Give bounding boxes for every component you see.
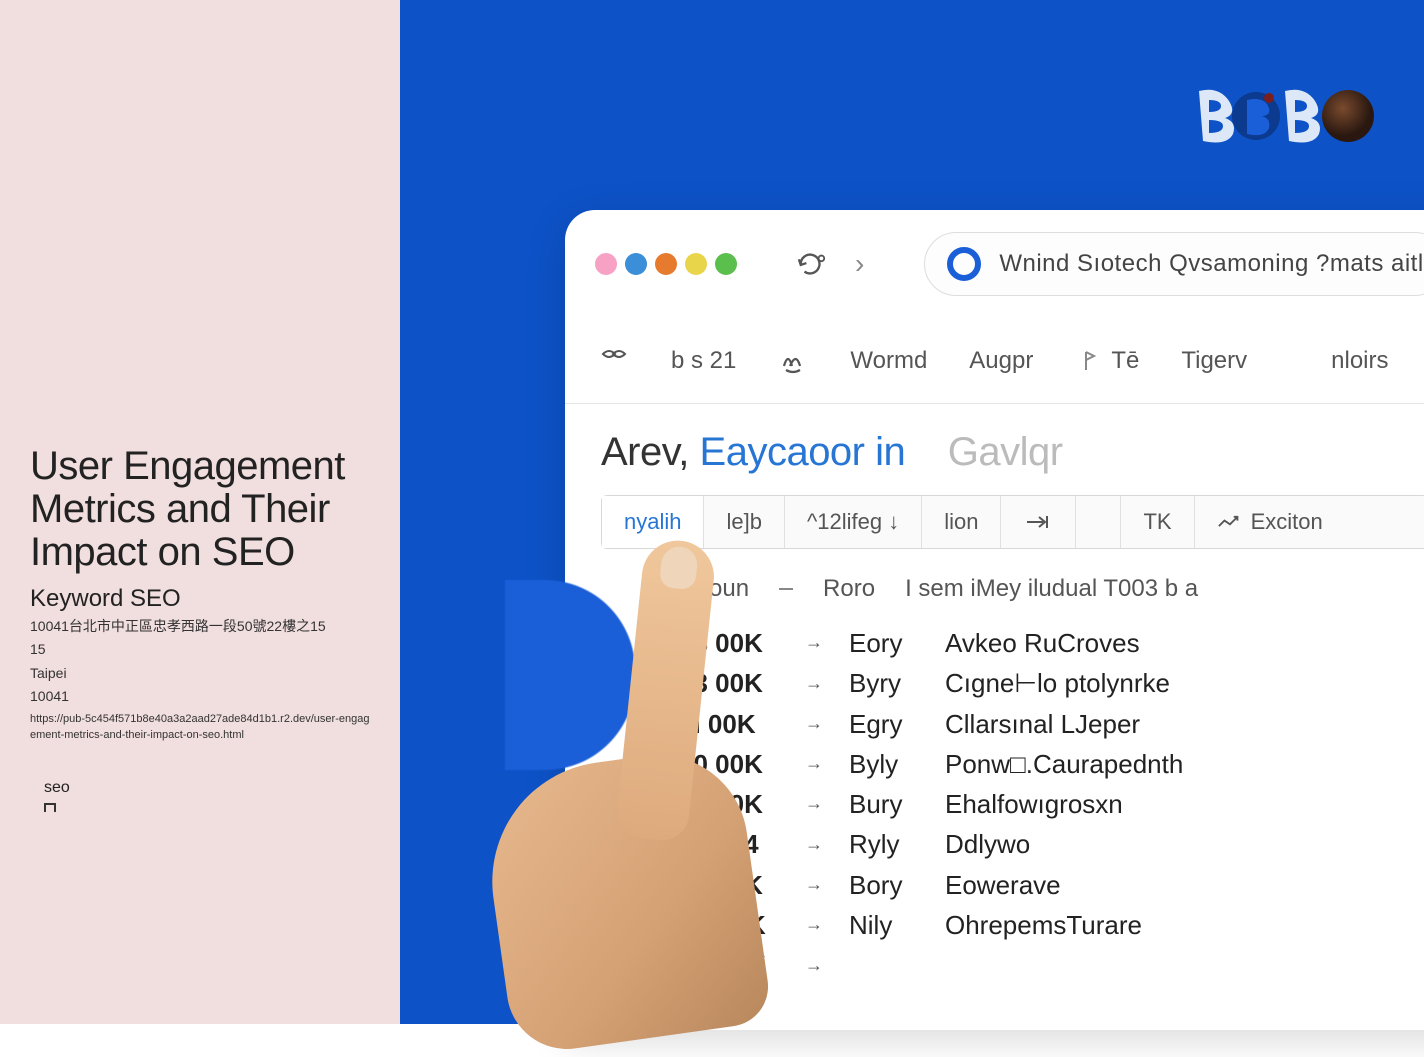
arrow-icon: → (805, 629, 823, 657)
meta-url: https://pub-5c454f571b8e40a3a2aad27ade84… (30, 711, 370, 744)
arrow-icon: → (805, 670, 823, 698)
arrow-icon: → (805, 911, 823, 939)
avatar-icon (1322, 90, 1374, 142)
filter-5[interactable] (1001, 496, 1076, 548)
filter-gap (1076, 496, 1121, 548)
arrow-icon: → (805, 750, 823, 778)
traffic-lights (595, 253, 737, 275)
filter-2[interactable]: le]b (704, 496, 784, 548)
underline-icon (779, 588, 793, 590)
toolbar-item-2[interactable]: b s 21 (671, 347, 736, 375)
traffic-light-green[interactable] (715, 253, 737, 275)
result-row[interactable]: 32 00K→BuryEhalfowıgrosxn (679, 784, 1424, 824)
window-chrome-bar: › Wnind Sıotech Qvsamoning ?mats aitl (565, 210, 1424, 318)
subrow-a: Hy oun (673, 575, 749, 603)
toolbar-item-1[interactable] (599, 346, 629, 376)
address-bar-text: Wnind Sıotech Qvsamoning ?mats aitl (999, 250, 1423, 278)
address-bar[interactable]: Wnind Sıotech Qvsamoning ?mats aitl (924, 232, 1424, 296)
subrow-c: I sem iMey iludual T003 b a (905, 575, 1198, 603)
traffic-light-yellow[interactable] (685, 253, 707, 275)
traffic-light-orange[interactable] (655, 253, 677, 275)
toolbar-item-4[interactable]: Wormd (850, 347, 927, 375)
result-row[interactable]: S0 00K→NilyOhrepemsTurare (679, 905, 1424, 945)
logo-cluster (1188, 86, 1374, 146)
filter-4[interactable]: lion (922, 496, 1001, 548)
heading-pre: Arev, (601, 430, 689, 474)
arrow-icon: → (805, 952, 823, 980)
left-sidebar-panel: User Engagement Metrics and Their Impact… (0, 0, 400, 1024)
subrow-b: Roro (823, 575, 875, 603)
filter-3[interactable]: ^12lifeg ↓ (785, 496, 922, 548)
article-title: User Engagement Metrics and Their Impact… (30, 445, 370, 575)
filter-bar: nyalih le]b ^12lifeg ↓ lion TK Exciton (601, 495, 1424, 549)
result-row[interactable]: 32 00K→BoryEowerave (679, 865, 1424, 905)
toolbar-item-3[interactable] (778, 346, 808, 376)
meta-tag: seo (44, 779, 370, 797)
toolbar-item-8[interactable]: nloirs (1331, 347, 1388, 375)
expand-icon (44, 803, 56, 812)
arrow-icon: → (805, 790, 823, 818)
result-row[interactable]: 68 00K→EoryAvkeo RuCroves (679, 623, 1424, 663)
result-row[interactable]: 8I 00K→EgryCllarsınal LJeper (679, 704, 1424, 744)
reload-icon[interactable] (797, 251, 827, 277)
filter-1[interactable]: nyalih (602, 496, 704, 548)
hero-panel: › Wnind Sıotech Qvsamoning ?mats aitl b … (400, 0, 1424, 1024)
traffic-light-pink[interactable] (595, 253, 617, 275)
heading-accent: Eaycaoor in (700, 430, 906, 474)
search-ring-icon (947, 247, 981, 281)
meta-number: 15 (30, 640, 370, 660)
result-row[interactable]: 13 00K→ByryCıgne⊢lo ptolynrke (679, 663, 1424, 703)
filter-7[interactable]: Exciton (1195, 496, 1345, 548)
logo-glyph-3 (1274, 86, 1326, 146)
result-rows: 68 00K→EoryAvkeo RuCroves 13 00K→ByryCıg… (601, 623, 1424, 986)
toolbar-item-5[interactable]: Augpr (969, 347, 1033, 375)
meta-address: 10041台北市中正區忠孝西路一段50號22樓之15 (30, 617, 370, 637)
browser-window: › Wnind Sıotech Qvsamoning ?mats aitl b … (565, 210, 1424, 1030)
forward-chevron-icon[interactable]: › (855, 248, 864, 280)
toolbar-item-6[interactable]: Tē (1075, 346, 1139, 376)
main-content: Arev, Eaycaoor in Gavlqr nyalih le]b ^12… (565, 404, 1424, 986)
meta-zip: 10041 (30, 687, 370, 707)
page-heading: Arev, Eaycaoor in Gavlqr (601, 430, 1424, 475)
arrow-icon: → (805, 871, 823, 899)
arrow-icon: → (805, 831, 823, 859)
result-row[interactable]: 17 004→RylyDdlywo (679, 824, 1424, 864)
filter-6[interactable]: TK (1121, 496, 1194, 548)
article-subtitle: Keyword SEO (30, 585, 370, 613)
result-row[interactable]: 8E 00K→ (679, 945, 1424, 985)
meta-city: Taipei (30, 664, 370, 684)
heading-muted: Gavlqr (948, 430, 1063, 474)
secondary-toolbar: b s 21 Wormd Augpr Tē Tigerv nloirs Kura… (565, 318, 1424, 404)
result-row[interactable]: 80 00K→BylyPonw□.Caurapednth (679, 744, 1424, 784)
arrow-icon: → (805, 710, 823, 738)
sub-header-row: Hy oun Roro I sem iMey iludual T003 b a (601, 575, 1424, 603)
toolbar-item-7[interactable]: Tigerv (1181, 347, 1247, 375)
traffic-light-blue[interactable] (625, 253, 647, 275)
